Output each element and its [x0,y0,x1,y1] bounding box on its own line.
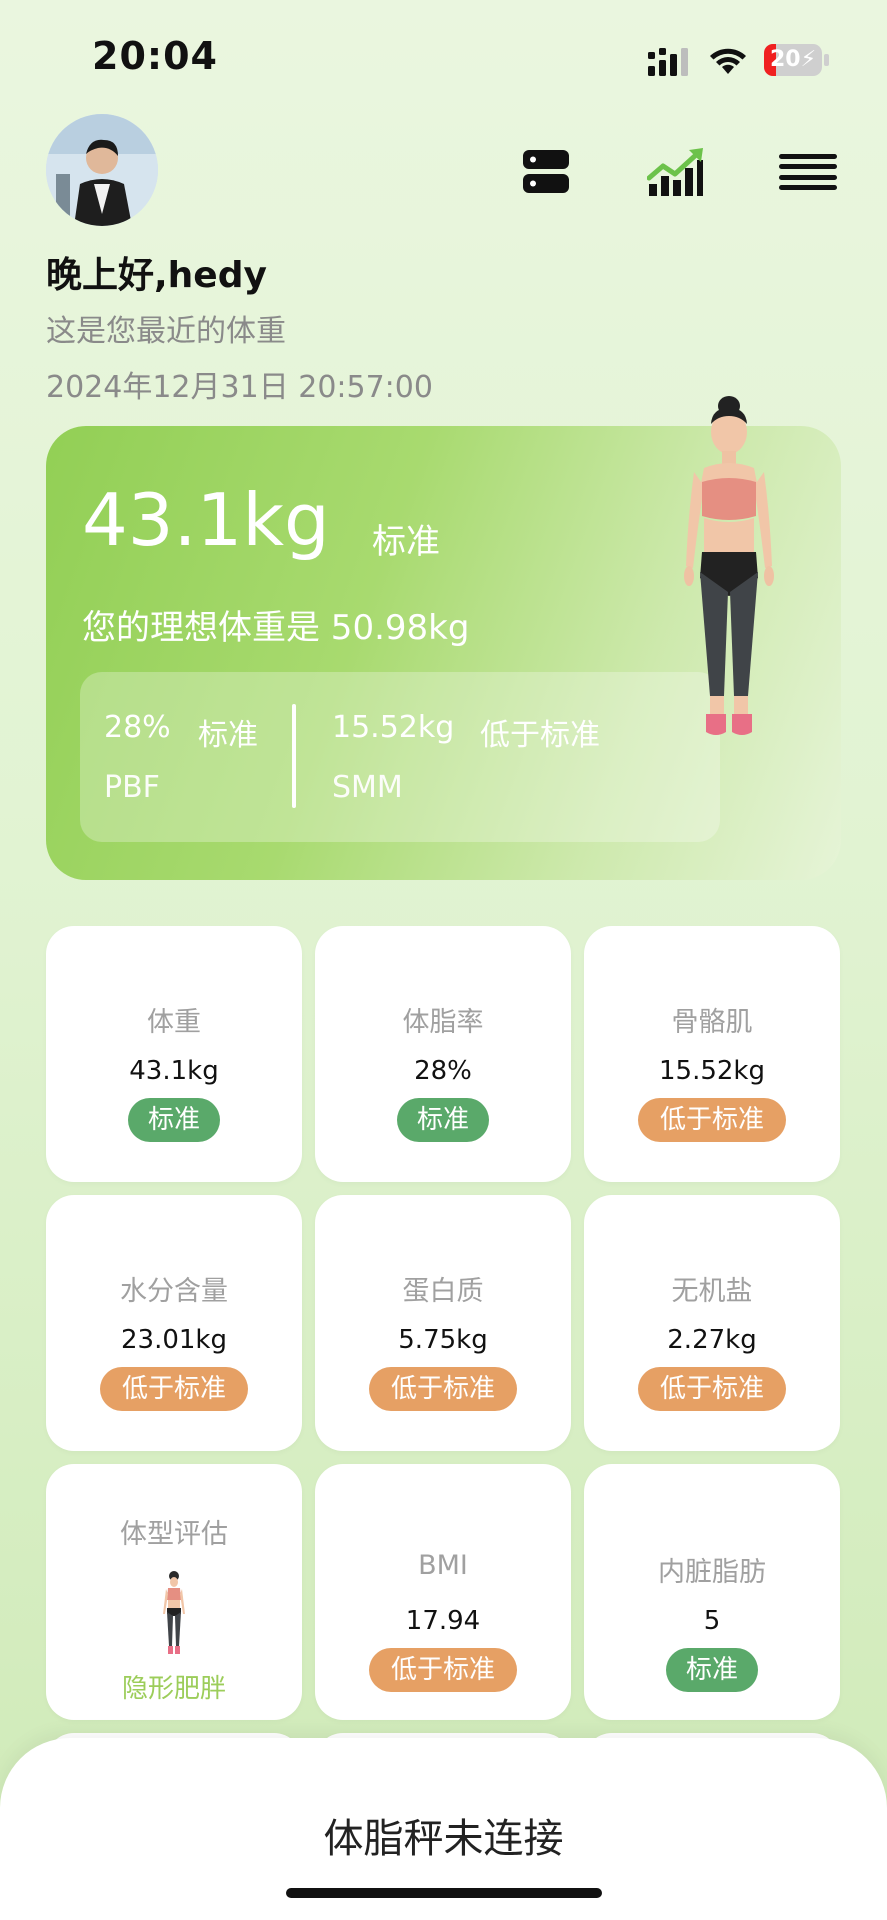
metric-card-water[interactable]: 水分含量 23.01kg 低于标准 [46,1195,302,1451]
metric-card-minerals[interactable]: 无机盐 2.27kg 低于标准 [584,1195,840,1451]
status-badge: 标准 [666,1648,758,1692]
cellular-signal-icon [648,48,688,76]
body-figure-illustration [684,396,774,735]
metric-card-skeletal-muscle[interactable]: 骨骼肌 15.52kg 低于标准 [584,926,840,1182]
metric-card-body-fat[interactable]: 体脂率 28% 标准 [315,926,571,1182]
body-shape-figure [163,1571,185,1654]
metric-name: 蛋白质 [402,1276,484,1307]
metric-value: 15.52kg [659,1056,765,1086]
ideal-weight: 您的理想体重是 50.98kg [82,608,470,648]
pbf-label: PBF [104,770,160,805]
weight-status: 标准 [372,522,440,562]
metric-value: 5.75kg [398,1325,488,1355]
status-badge: 低于标准 [638,1367,786,1411]
metric-name: 无机盐 [671,1276,753,1307]
metric-name: 体型评估 [120,1519,228,1550]
smm-value: 15.52kg [332,710,455,745]
battery-cap [824,54,829,66]
metric-card-body-shape[interactable]: 体型评估 隐形肥胖 [46,1464,302,1720]
metric-name: 内脏脂肪 [658,1557,766,1588]
status-badge: 标准 [128,1098,220,1142]
page-subtitle: 这是您最近的体重 [46,314,286,349]
pbf-value: 28% [104,710,171,745]
battery-icon: 20⚡ [764,44,822,76]
metric-value: 17.94 [405,1606,481,1636]
metric-name: BMI [418,1550,468,1581]
battery-level: 20⚡ [769,47,817,72]
menu-icon[interactable] [778,142,838,202]
metric-card-visceral-fat[interactable]: 内脏脂肪 5 标准 [584,1464,840,1720]
home-indicator[interactable] [286,1888,602,1898]
metric-card-weight[interactable]: 体重 43.1kg 标准 [46,926,302,1182]
avatar-photo [46,114,158,226]
metric-name: 骨骼肌 [671,1007,753,1038]
pbf-status: 标准 [198,718,258,753]
metric-card-protein[interactable]: 蛋白质 5.75kg 低于标准 [315,1195,571,1451]
metric-name: 体重 [147,1007,201,1038]
metric-value: 23.01kg [121,1325,227,1355]
scale-connection-status: 体脂秤未连接 [323,1816,564,1862]
metric-name: 水分含量 [120,1276,228,1307]
body-composition-panel [80,672,720,842]
status-badge: 低于标准 [369,1367,517,1411]
status-badge: 低于标准 [638,1098,786,1142]
body-shape-result: 隐形肥胖 [121,1674,226,1704]
smm-status: 低于标准 [480,718,600,753]
status-badge: 低于标准 [369,1648,517,1692]
avatar[interactable] [46,114,158,226]
measurement-datetime: 2024年12月31日 20:57:00 [46,370,433,405]
metric-value: 43.1kg [129,1056,219,1086]
metric-value: 2.27kg [667,1325,757,1355]
panel-divider [292,704,296,808]
trend-chart-icon[interactable] [646,142,706,202]
status-badge: 低于标准 [100,1367,248,1411]
metric-card-bmi[interactable]: BMI 17.94 低于标准 [315,1464,571,1720]
status-badge: 标准 [397,1098,489,1142]
device-list-icon[interactable] [516,142,576,202]
status-time: 20:04 [92,34,218,78]
current-weight: 43.1kg [82,478,330,562]
metric-value: 28% [414,1056,472,1086]
metric-name: 体脂率 [402,1007,484,1038]
greeting: 晚上好,hedy [46,255,267,296]
metric-value: 5 [703,1606,721,1636]
smm-label: SMM [332,770,403,805]
wifi-icon [710,48,746,74]
